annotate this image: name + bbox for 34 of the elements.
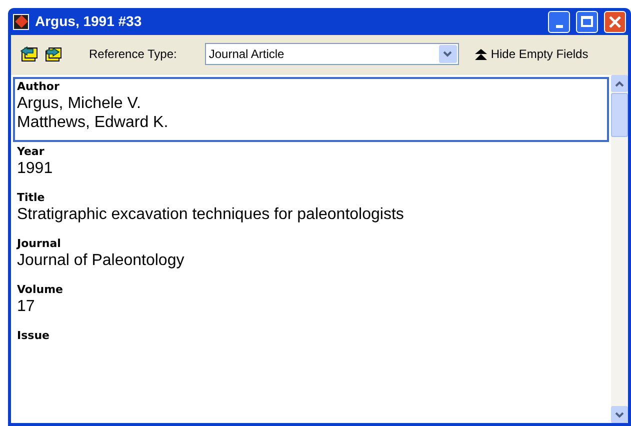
field-entry[interactable]: Author Argus, Michele V. Matthews, Edward K.: [13, 77, 609, 142]
reference-type-dropdown[interactable]: Journal Article: [204, 43, 459, 65]
folder-arrow-icon[interactable]: [19, 45, 39, 63]
window-title: Argus, 1991 #33: [35, 12, 143, 31]
close-icon: [609, 16, 621, 28]
scroll-thumb[interactable]: [611, 93, 628, 137]
field-value: Journal of Paleontology: [17, 251, 186, 270]
scroll-up-icon[interactable]: [611, 75, 628, 92]
field-label: Year: [17, 145, 46, 159]
vertical-scrollbar[interactable]: [611, 75, 628, 423]
field-entry[interactable]: Title Stratigraphic excavation techniques for paleontologists: [13, 188, 609, 234]
folder-arrow-icon[interactable]: [43, 45, 63, 63]
double-up-arrow-icon: [474, 48, 487, 60]
field-label: Title: [17, 191, 46, 205]
field-entry[interactable]: Issue: [13, 326, 609, 353]
app-icon: [13, 14, 29, 30]
field-label: Volume: [17, 283, 64, 297]
hide-empty-fields-button[interactable]: Hide Empty Fields: [474, 45, 588, 63]
field-value: Argus, Michele V.: [17, 94, 142, 113]
field-entry[interactable]: Year 1991: [13, 142, 609, 188]
close-button[interactable]: [604, 10, 626, 32]
maximize-button[interactable]: [576, 10, 598, 32]
reference-type-label: Reference Type:: [89, 46, 177, 63]
field-label: Author: [17, 80, 60, 94]
field-value: Matthews, Edward K.: [17, 113, 170, 132]
scroll-down-icon[interactable]: [611, 406, 628, 423]
field-entry[interactable]: Journal Journal of Paleontology: [13, 234, 609, 280]
field-label: Journal: [17, 237, 62, 251]
minimize-button[interactable]: [548, 10, 570, 32]
field-value: 1991: [17, 159, 54, 178]
field-entry[interactable]: Volume 17: [13, 280, 609, 326]
field-label: Issue: [17, 329, 50, 343]
field-value: Stratigraphic excavation techniques for paleontologists: [17, 205, 405, 224]
field-value: 17: [17, 297, 36, 316]
